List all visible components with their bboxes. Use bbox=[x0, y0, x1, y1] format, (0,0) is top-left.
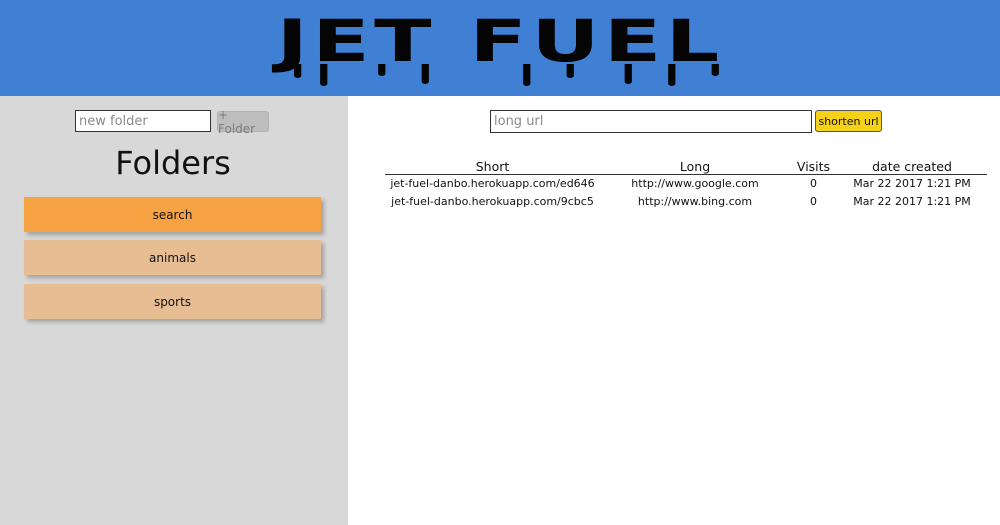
column-header-short[interactable]: Short bbox=[385, 159, 600, 175]
logo-drip bbox=[421, 64, 429, 84]
short-url-cell[interactable]: jet-fuel-danbo.herokuapp.com/9cbc5 bbox=[385, 193, 600, 211]
date-created-cell: Mar 22 2017 1:21 PM bbox=[853, 177, 971, 191]
folders-title: Folders bbox=[115, 144, 231, 182]
logo-drip bbox=[522, 64, 531, 86]
long-url-cell: http://www.google.com bbox=[631, 177, 759, 191]
column-header-date-created[interactable]: date created bbox=[837, 159, 987, 175]
folder-button-sports[interactable]: sports bbox=[24, 284, 321, 319]
logo-drip bbox=[566, 64, 574, 78]
logo-text: JET FUEL bbox=[276, 7, 724, 75]
new-folder-input[interactable] bbox=[75, 110, 211, 132]
column-header-long[interactable]: Long bbox=[600, 159, 790, 175]
long-url-cell: http://www.bing.com bbox=[637, 195, 753, 208]
column-header-visits[interactable]: Visits bbox=[790, 159, 837, 175]
links-table: Short Long Visits date created jet-fuel-… bbox=[385, 159, 987, 211]
logo-drip bbox=[319, 64, 328, 86]
app-header: JET FUEL bbox=[0, 0, 1000, 96]
long-url-input[interactable] bbox=[490, 110, 812, 133]
logo-drip bbox=[293, 64, 302, 78]
table-header-row: Short Long Visits date created bbox=[385, 159, 987, 175]
add-folder-button[interactable]: + Folder bbox=[217, 108, 269, 136]
main-panel: shorten url Short Long Visits date creat… bbox=[348, 96, 1000, 525]
folder-button-animals[interactable]: animals bbox=[24, 240, 321, 275]
table-row: jet-fuel-danbo.herokuapp.com/ed646 http:… bbox=[385, 175, 987, 193]
logo-drip bbox=[624, 64, 632, 84]
date-created-cell: Mar 22 2017 1:21 PM bbox=[853, 195, 971, 208]
visits-cell: 0 bbox=[810, 177, 817, 191]
logo-drip bbox=[667, 64, 676, 86]
shorten-url-button[interactable]: shorten url bbox=[815, 110, 882, 132]
sidebar: + Folder Folders search animals sports bbox=[0, 96, 348, 525]
logo-drip bbox=[711, 64, 719, 76]
table-row: jet-fuel-danbo.herokuapp.com/9cbc5 http:… bbox=[385, 193, 987, 211]
visits-cell: 0 bbox=[810, 195, 817, 208]
short-url-cell[interactable]: jet-fuel-danbo.herokuapp.com/ed646 bbox=[385, 175, 600, 193]
app-logo: JET FUEL bbox=[276, 12, 723, 86]
folder-button-search[interactable]: search bbox=[24, 197, 321, 232]
logo-drip bbox=[377, 64, 386, 76]
